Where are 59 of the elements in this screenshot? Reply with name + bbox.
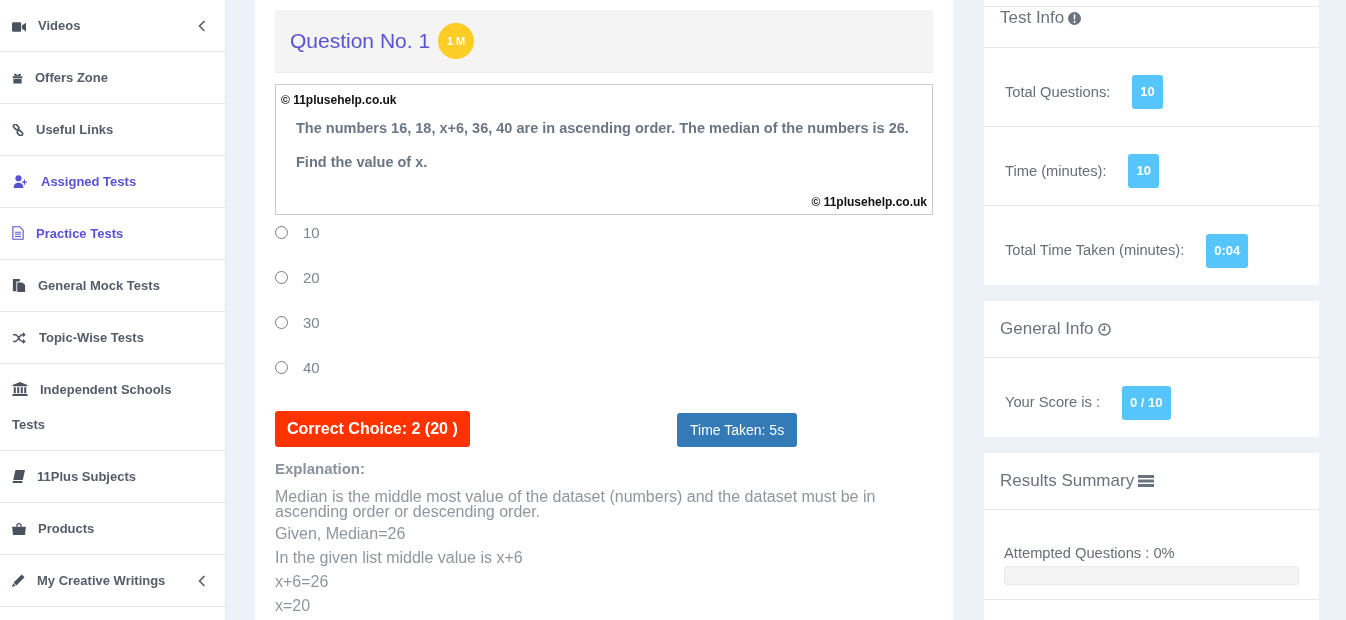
explanation-heading: Explanation: [275,459,366,479]
option-radio[interactable] [275,316,288,329]
copyright-text: © 11plusehelp.co.uk [281,92,397,108]
option-radio[interactable] [275,271,288,284]
progress-label: Attempted Questions : 0% [1004,544,1176,562]
explanation-line: In the given list middle value is x+6 [275,548,524,568]
explanation-line: Given, Median=26 [275,524,407,544]
marks-badge: 1 M [438,23,475,59]
info-label: Total Questions: [1005,82,1111,102]
sidebar-link[interactable]: 11Plus Subjects [0,451,225,503]
time-taken-tag: Time Taken: 5s [677,413,798,447]
sidebar-link[interactable]: Assigned Tests [0,156,225,208]
info-label: Time (minutes): [1005,161,1107,181]
info-label: Total Time Taken (minutes): [1005,241,1185,261]
option-label: 40 [303,361,320,375]
columns-building-icon [12,382,28,396]
value-badge: 10 [1128,154,1159,188]
option-label: 10 [303,226,320,240]
explanation-line: x+6=26 [275,572,330,592]
clock-icon [1097,322,1111,336]
copyright-text: © 11plusehelp.co.uk [811,194,927,210]
document-icon [12,226,24,240]
gift-icon [12,72,23,84]
option-radio[interactable] [275,226,288,239]
shopping-bag-icon [12,523,26,535]
sidebar-link[interactable]: Useful Links [0,104,225,156]
sidebar-link[interactable]: Topic-Wise Tests [0,312,225,364]
panel-title: Results Summary [1000,470,1135,492]
value-badge: 0 / 10 [1122,385,1171,420]
files-icon [12,278,26,292]
option-label: 30 [303,316,320,330]
value-badge: 0:04 [1206,233,1249,268]
sidebar-link[interactable]: Videos [0,0,225,52]
panel-title: Test Info [1000,7,1065,29]
question-title: Question No. 1 [290,28,431,54]
pencil-icon [12,574,25,587]
info-exclamation-icon [1068,11,1082,25]
sidebar-link[interactable]: Products [0,503,225,555]
explanation-line: x=20 [275,596,312,616]
panel-title: General Info [1000,318,1094,340]
video-camera-icon [12,22,26,32]
sidebar-link[interactable]: Independent Schools Tests [0,364,225,451]
shuffle-icon [12,332,27,344]
question-text: Find the value of x. [296,153,428,172]
user-plus-icon [12,175,29,188]
sidebar-link[interactable]: General Mock Tests [0,260,225,312]
sidebar-link[interactable]: Practice Tests [0,208,225,260]
correct-choice-banner: Correct Choice: 2 (20 ) [275,411,470,447]
sidebar-link[interactable]: My Creative Writings [0,555,225,607]
info-label: Your Score is : [1005,393,1100,413]
option-radio[interactable] [275,361,288,374]
question-text: The numbers 16, 18, x+6, 36, 40 are in ascending order. The median of the numbers is 26. [296,119,909,138]
option-label: 20 [303,271,320,285]
list-icon [1138,475,1155,487]
sidebar-link[interactable]: Offers Zone [0,52,225,104]
value-badge: 10 [1132,75,1163,109]
link-icon [12,124,24,136]
explanation-text: Median is the middle most value of the dataset (numbers) and the dataset must be in ascending order or descending order. [275,489,877,519]
book-icon [12,470,25,483]
